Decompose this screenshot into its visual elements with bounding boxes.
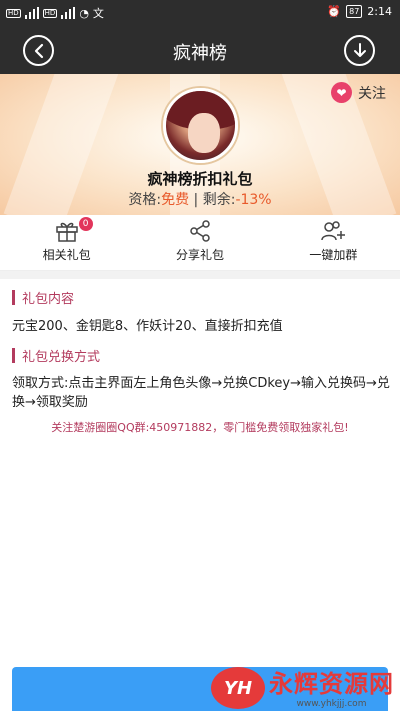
watermark-text: 永辉资源网 www.yhkjjj.com	[269, 664, 394, 709]
qq-group-promo[interactable]: 关注楚游圈圈QQ群:450971882，零门槛免费领取独家礼包!	[0, 419, 400, 435]
watermark-title: 永辉资源网	[269, 670, 394, 698]
follow-label: 关注	[358, 85, 386, 102]
status-bar: HD HD ◔ 文 ⏰ 87 2:14	[0, 0, 400, 26]
hd-icon: HD	[6, 8, 21, 18]
separator: |	[189, 192, 203, 208]
gift-header: ❤ 关注 疯神榜折扣礼包 资格:免费 | 剩余:-13%	[0, 74, 400, 215]
status-lang: 文	[92, 7, 104, 20]
section-divider	[0, 271, 400, 279]
signal-icon-2	[61, 7, 76, 19]
download-icon	[353, 42, 366, 57]
gift-icon-wrap: 0	[55, 217, 93, 243]
heading-bar	[12, 348, 15, 363]
signal-icon	[24, 7, 39, 19]
watermark-url: www.yhkjjj.com	[296, 699, 367, 709]
battery-icon: 87	[346, 5, 363, 18]
alarm-icon: ⏰	[327, 5, 342, 18]
qualification-value: 免费	[161, 192, 190, 208]
heart-icon: ❤	[331, 82, 352, 103]
remaining-label: 剩余:	[202, 192, 236, 208]
gift-content-heading: 礼包内容	[12, 288, 74, 307]
gift-content-title: 礼包内容	[22, 292, 75, 307]
share-gift-label: 分享礼包	[175, 248, 224, 262]
share-gift-button[interactable]: 分享礼包	[133, 215, 266, 270]
status-time: 2:14	[367, 5, 392, 18]
download-button[interactable]	[344, 35, 375, 66]
hd-icon-2: HD	[42, 8, 58, 18]
watermark-logo: YH	[211, 667, 265, 709]
add-group-icon-wrap	[320, 219, 346, 243]
add-group-icon	[321, 221, 346, 241]
share-icon-wrap	[188, 219, 212, 243]
qualification-label: 资格:	[128, 192, 162, 208]
gift-content-text: 元宝200、金钥匙8、作妖计20、直接折扣充值	[12, 319, 283, 334]
game-avatar	[163, 88, 238, 163]
redeem-title: 礼包兑换方式	[22, 350, 101, 365]
gift-qualification: 资格:免费 | 剩余:-13%	[0, 189, 400, 209]
status-left: HD HD ◔ 文	[6, 5, 104, 21]
heading-bar	[12, 290, 15, 305]
follow-button[interactable]: ❤ 关注	[331, 82, 386, 103]
join-group-button[interactable]: 一键加群	[267, 215, 400, 270]
related-gifts-button[interactable]: 0 相关礼包	[0, 215, 133, 270]
avatar-face	[188, 113, 220, 153]
related-gifts-label: 相关礼包	[42, 248, 91, 262]
action-row: 0 相关礼包 分享礼包 一键加群	[0, 215, 400, 271]
gift-name: 疯神榜折扣礼包	[147, 170, 253, 188]
gift-icon	[55, 222, 78, 242]
share-icon	[190, 220, 210, 242]
wifi-icon: ◔	[79, 6, 89, 20]
remaining-value: -13%	[235, 192, 272, 208]
redeem-heading: 礼包兑换方式	[12, 346, 100, 365]
gift-count-badge: 0	[78, 217, 93, 231]
watermark: YH 永辉资源网 www.yhkjjj.com	[211, 664, 394, 709]
app-bar: 疯神榜	[0, 26, 400, 74]
join-group-label: 一键加群	[309, 248, 358, 262]
redeem-text: 领取方式:点击主界面左上角色头像→兑换CDkey→输入兑换码→兑换→领取奖励	[12, 376, 390, 410]
page-title: 疯神榜	[173, 43, 227, 64]
status-right: ⏰ 87 2:14	[327, 5, 392, 18]
